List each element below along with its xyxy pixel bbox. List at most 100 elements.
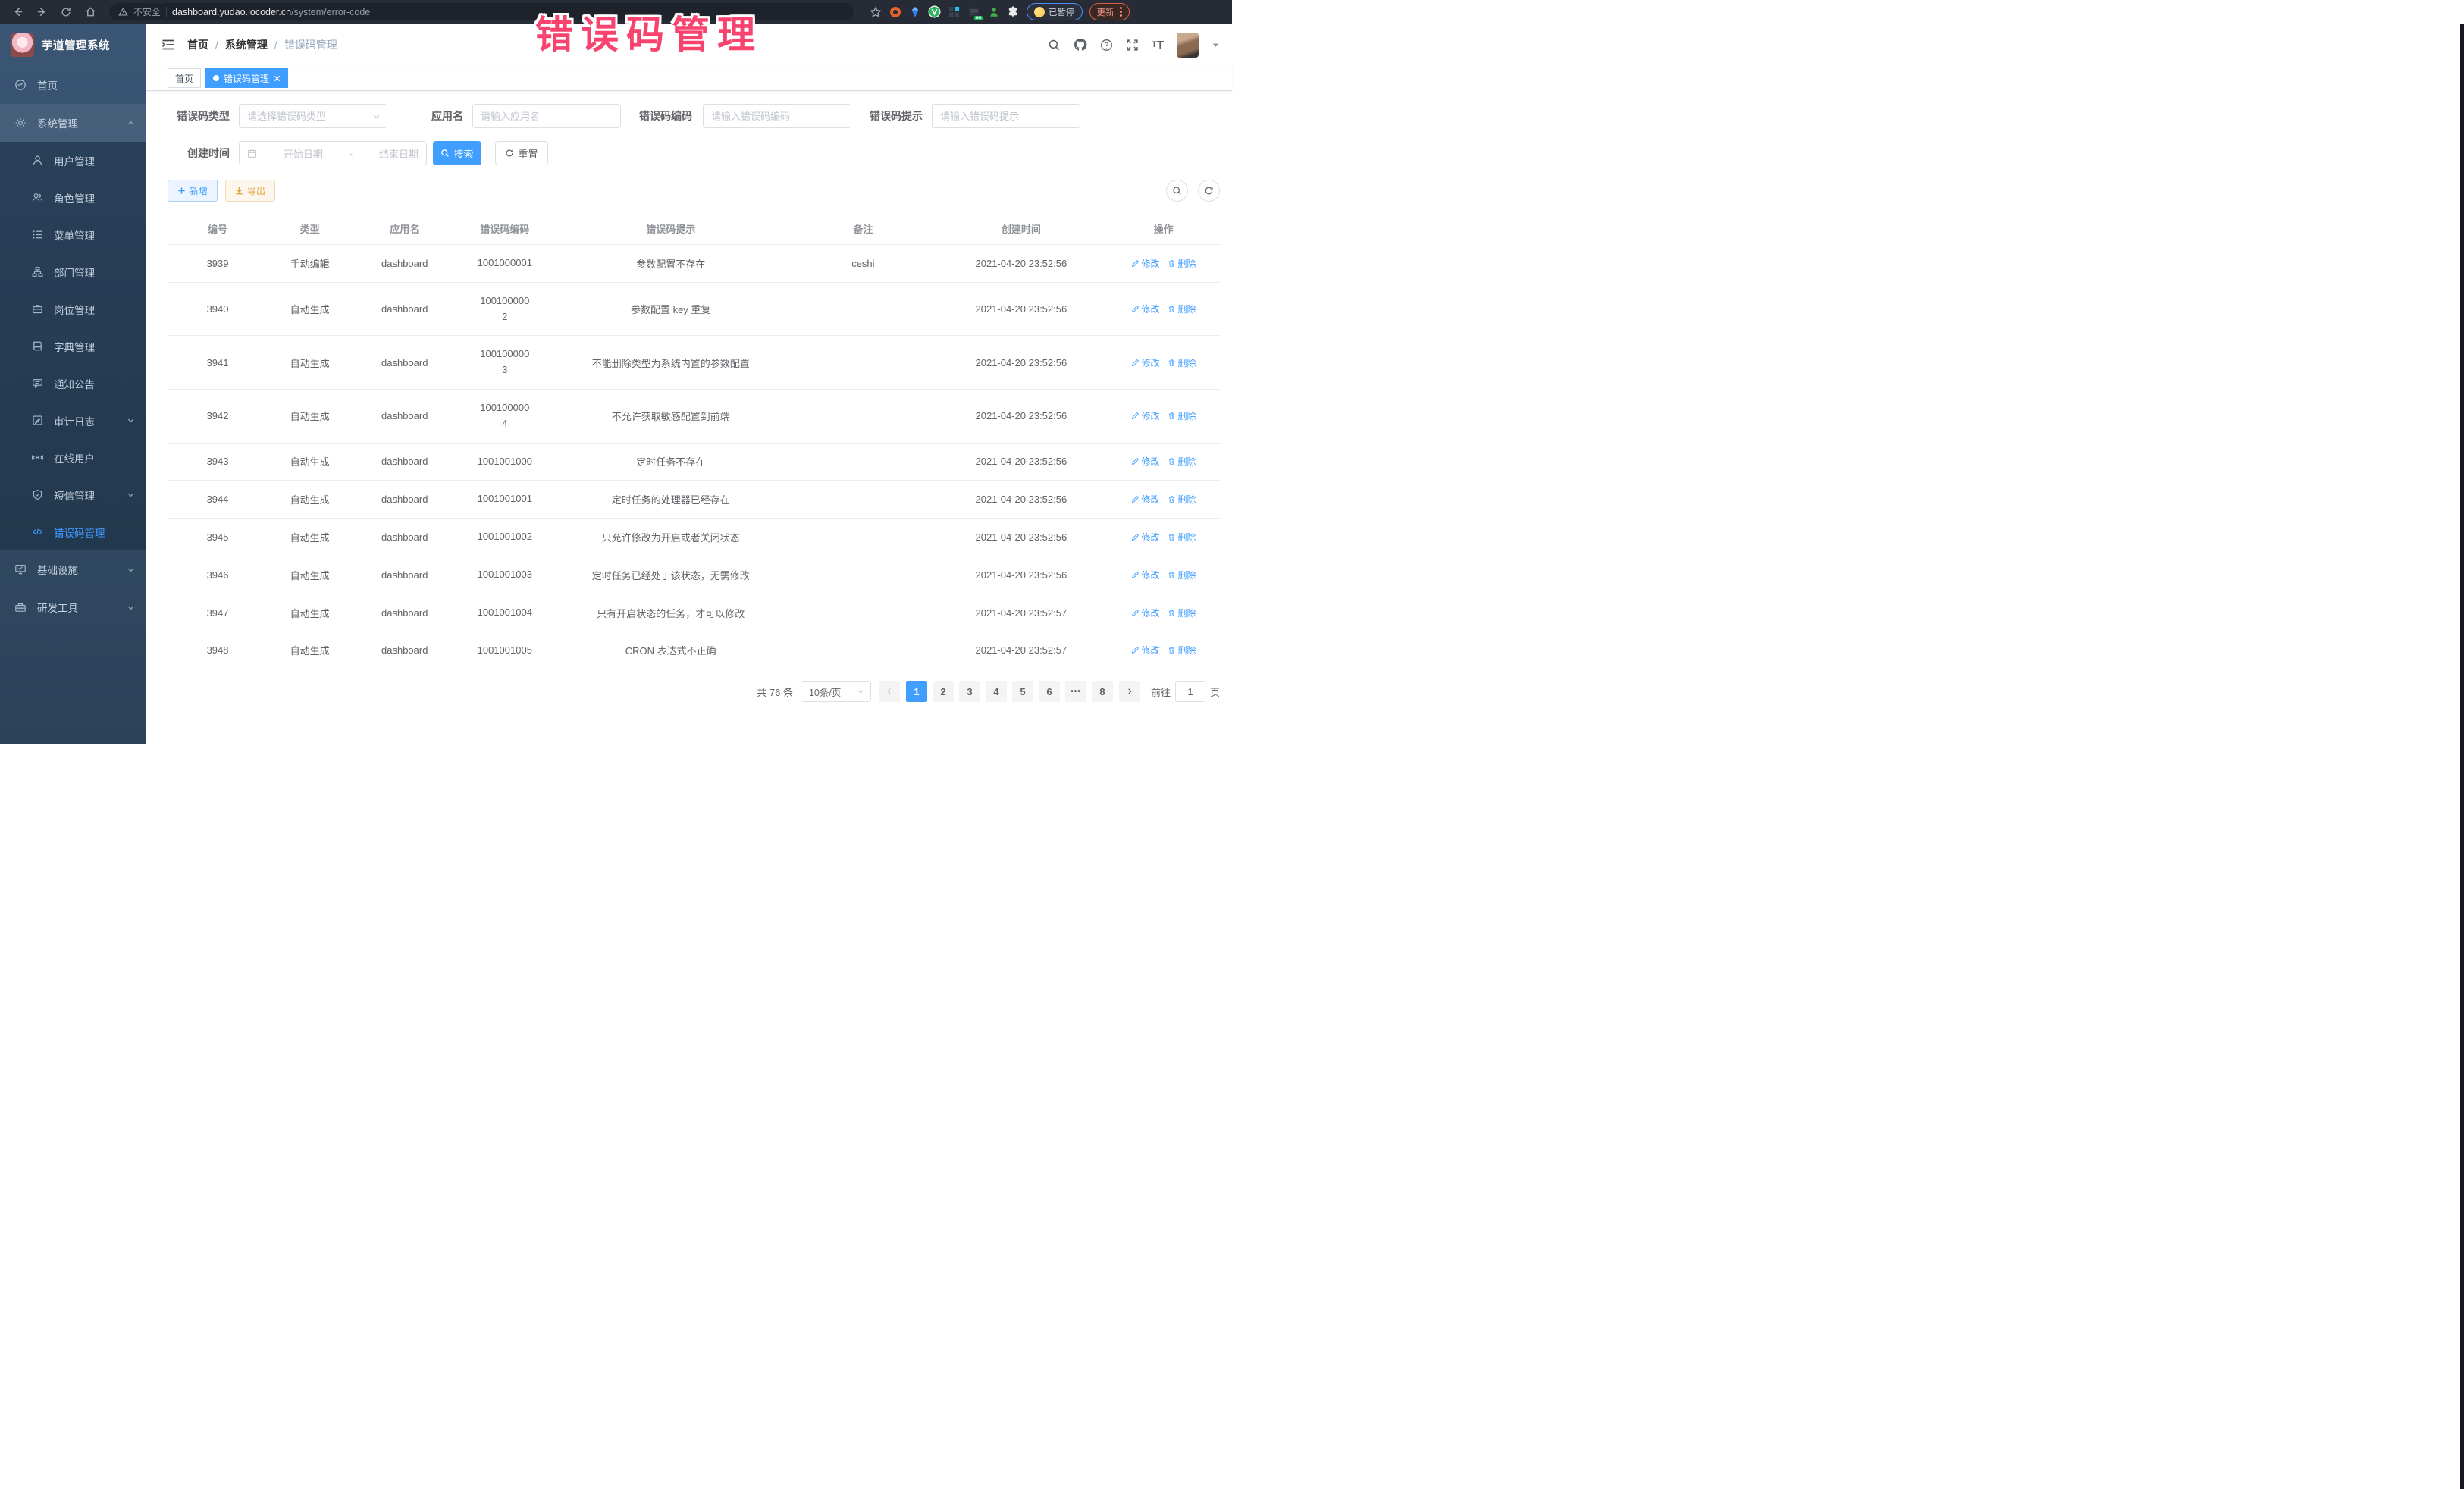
header-search-icon[interactable] — [1048, 39, 1061, 52]
error-hint-label: 错误码提示 — [870, 108, 923, 124]
sidebar-item-system[interactable]: 系统管理 — [0, 104, 146, 142]
delete-link[interactable]: 删除 — [1168, 569, 1196, 581]
col-type: 类型 — [268, 213, 352, 245]
browser-forward-button[interactable] — [32, 3, 52, 21]
font-size-icon[interactable]: TT — [1152, 39, 1164, 52]
pager-page-4[interactable]: 4 — [986, 681, 1007, 702]
pager-page-3[interactable]: 3 — [959, 681, 980, 702]
add-button[interactable]: 新增 — [168, 180, 218, 202]
avatar-caret-icon[interactable] — [1212, 41, 1220, 49]
pager-more[interactable]: ••• — [1065, 681, 1086, 702]
sidebar-item-notice[interactable]: 通知公告 — [0, 365, 146, 402]
delete-link[interactable]: 删除 — [1168, 493, 1196, 506]
error-code-input[interactable] — [711, 111, 843, 122]
pager-page-8[interactable]: 8 — [1092, 681, 1113, 702]
sidebar-item-error-code[interactable]: 错误码管理 — [0, 513, 146, 550]
sidebar-item-dev-tools[interactable]: 研发工具 — [0, 588, 146, 626]
fullscreen-icon[interactable] — [1126, 39, 1139, 52]
edit-link[interactable]: 修改 — [1131, 257, 1160, 270]
extensions-puzzle-icon[interactable] — [1007, 5, 1020, 18]
browser-home-button[interactable] — [80, 3, 100, 21]
toggle-search-button[interactable] — [1166, 180, 1188, 202]
error-type-select-input[interactable] — [247, 111, 379, 122]
goto-page-input[interactable] — [1175, 681, 1205, 702]
page-size-select[interactable]: 10条/页 — [801, 681, 871, 702]
pager-prev-button[interactable] — [879, 681, 900, 702]
pager-next-button[interactable] — [1119, 681, 1140, 702]
tab-close-icon[interactable] — [274, 75, 281, 82]
error-code-label: 错误码编码 — [639, 108, 692, 124]
tab-home[interactable]: 首页 — [168, 68, 201, 88]
pager-page-5[interactable]: 5 — [1012, 681, 1033, 702]
extension-tampermonkey-icon[interactable]: on — [967, 5, 980, 18]
bookmark-star-icon[interactable] — [869, 5, 882, 18]
search-button[interactable]: 搜索 — [433, 141, 481, 165]
user-avatar[interactable] — [1177, 33, 1199, 58]
extension-squares-icon[interactable] — [948, 5, 961, 18]
browser-back-button[interactable] — [8, 3, 27, 21]
delete-link[interactable]: 删除 — [1168, 607, 1196, 619]
help-icon[interactable] — [1100, 39, 1113, 52]
browser-menu-icon[interactable] — [1120, 7, 1122, 17]
extension-person-icon[interactable] — [987, 5, 1000, 18]
app-name-field[interactable] — [472, 104, 621, 128]
pager-page-2[interactable]: 2 — [933, 681, 954, 702]
edit-link[interactable]: 修改 — [1131, 409, 1160, 422]
error-code-field[interactable] — [703, 104, 851, 128]
sidebar-item-sms[interactable]: 短信管理 — [0, 476, 146, 513]
delete-link[interactable]: 删除 — [1168, 455, 1196, 468]
edit-link[interactable]: 修改 — [1131, 644, 1160, 657]
edit-link[interactable]: 修改 — [1131, 356, 1160, 369]
sidebar-item-users[interactable]: 用户管理 — [0, 142, 146, 179]
extension-green-v-icon[interactable] — [928, 5, 941, 18]
sidebar-item-dict[interactable]: 字典管理 — [0, 328, 146, 365]
pager-page-1[interactable]: 1 — [906, 681, 927, 702]
extension-gem-icon[interactable] — [908, 5, 921, 18]
delete-link[interactable]: 删除 — [1168, 257, 1196, 270]
refresh-button[interactable] — [1198, 180, 1220, 202]
not-secure-warning-icon — [118, 7, 128, 17]
browser-reload-button[interactable] — [56, 3, 76, 21]
url-divider — [166, 7, 167, 17]
error-hint-input[interactable] — [940, 111, 1072, 122]
col-actions: 操作 — [1105, 213, 1221, 245]
error-hint-field[interactable] — [932, 104, 1080, 128]
sidebar-item-online-users[interactable]: 在线用户 — [0, 439, 146, 476]
edit-link-label: 修改 — [1142, 569, 1160, 581]
tab-error-code[interactable]: 错误码管理 — [205, 68, 288, 88]
sidebar-item-menus[interactable]: 菜单管理 — [0, 216, 146, 253]
delete-link[interactable]: 删除 — [1168, 644, 1196, 657]
delete-link[interactable]: 删除 — [1168, 531, 1196, 544]
profile-paused-badge[interactable]: 已暂停 — [1027, 3, 1083, 20]
edit-link[interactable]: 修改 — [1131, 303, 1160, 315]
edit-link[interactable]: 修改 — [1131, 531, 1160, 544]
delete-link[interactable]: 删除 — [1168, 303, 1196, 315]
delete-link[interactable]: 删除 — [1168, 409, 1196, 422]
edit-link[interactable]: 修改 — [1131, 607, 1160, 619]
sidebar-item-home[interactable]: 首页 — [0, 66, 146, 104]
date-range-picker[interactable]: 开始日期 - 结束日期 — [239, 141, 427, 165]
edit-link[interactable]: 修改 — [1131, 569, 1160, 581]
breadcrumb-system[interactable]: 系统管理 — [225, 37, 268, 52]
extension-orange-icon[interactable] — [889, 5, 901, 18]
sidebar-item-posts[interactable]: 岗位管理 — [0, 290, 146, 328]
sidebar-toggle-icon[interactable] — [161, 39, 175, 51]
sidebar-item-roles[interactable]: 角色管理 — [0, 179, 146, 216]
error-type-select[interactable] — [239, 104, 387, 128]
breadcrumb: 首页 / 系统管理 / 错误码管理 — [187, 37, 337, 52]
pager-page-6[interactable]: 6 — [1039, 681, 1060, 702]
app-name-input[interactable] — [481, 111, 613, 122]
github-icon[interactable] — [1074, 38, 1087, 52]
sidebar-item-audit-log[interactable]: 审计日志 — [0, 402, 146, 439]
delete-link[interactable]: 删除 — [1168, 356, 1196, 369]
sidebar-item-departments[interactable]: 部门管理 — [0, 253, 146, 290]
browser-update-button[interactable]: 更新 — [1089, 3, 1130, 20]
app-logo[interactable]: 芋道管理系统 — [0, 24, 146, 66]
breadcrumb-home[interactable]: 首页 — [187, 37, 208, 52]
browser-scrollbar[interactable] — [2460, 24, 2464, 1489]
edit-link[interactable]: 修改 — [1131, 493, 1160, 506]
sidebar-item-infrastructure[interactable]: 基础设施 — [0, 550, 146, 588]
edit-link[interactable]: 修改 — [1131, 455, 1160, 468]
export-button[interactable]: 导出 — [225, 180, 275, 202]
reset-button[interactable]: 重置 — [495, 141, 548, 165]
